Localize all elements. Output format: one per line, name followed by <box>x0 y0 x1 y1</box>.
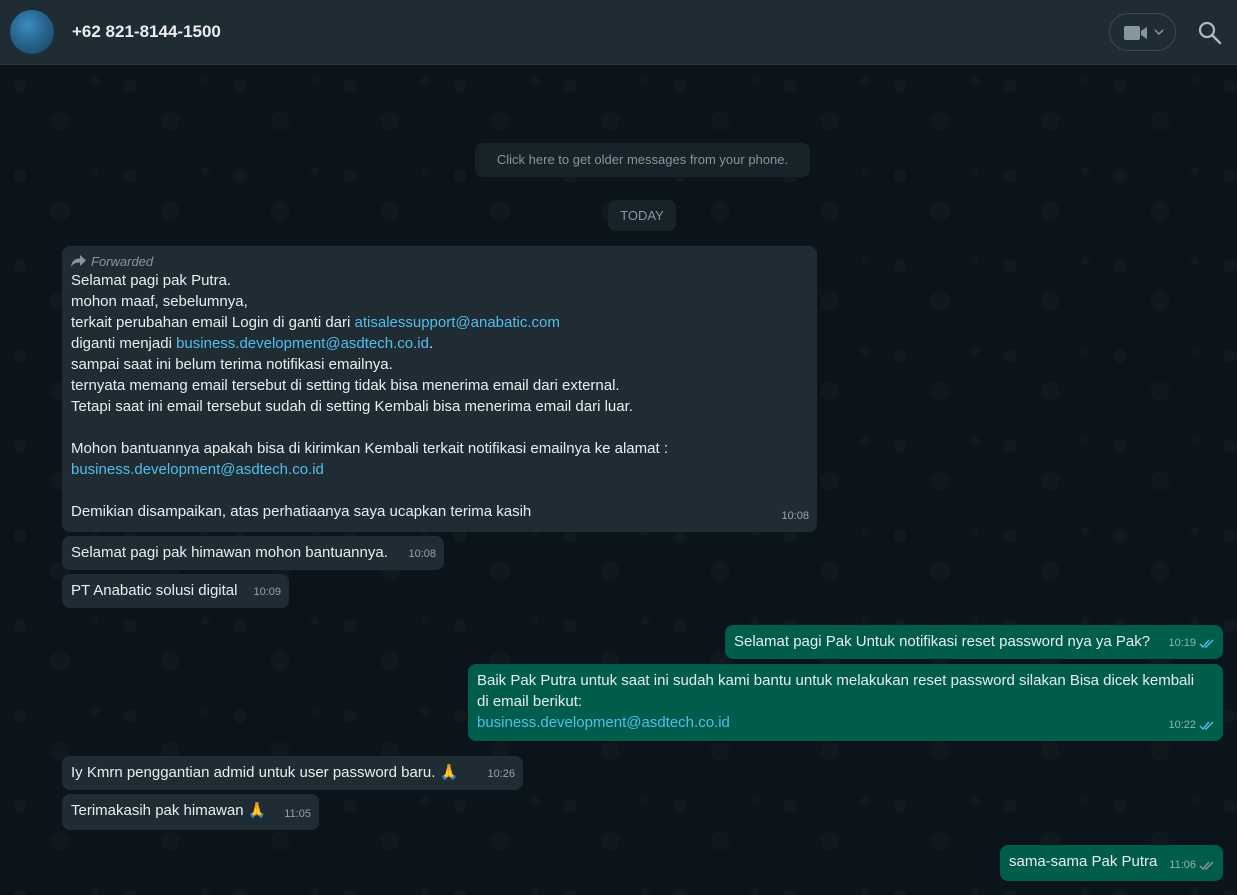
email-link[interactable]: business.development@asdtech.co.id <box>71 461 324 478</box>
message-outgoing[interactable]: Selamat pagi Pak Untuk notifikasi reset … <box>725 625 1223 659</box>
message-time: 10:08 <box>408 548 436 560</box>
message-text: Terimakasih pak himawan 🙏 <box>71 802 267 819</box>
message-outgoing[interactable]: sama-sama Pak Putra 11:06 <box>1000 845 1223 881</box>
chevron-down-icon <box>1154 29 1164 36</box>
message-incoming[interactable]: Forwarded Selamat pagi pak Putra. mohon … <box>62 246 817 532</box>
read-receipt-icon <box>1199 639 1214 649</box>
message-text: PT Anabatic solusi digital <box>71 582 238 599</box>
load-older-messages-button[interactable]: Click here to get older messages from yo… <box>475 143 810 177</box>
video-camera-icon <box>1124 26 1147 40</box>
chat-header: +62 821-8144-1500 <box>0 0 1237 65</box>
message-incoming[interactable]: Iy Kmrn penggantian admid untuk user pas… <box>62 756 523 790</box>
read-receipt-icon <box>1199 721 1214 731</box>
message-incoming[interactable]: Terimakasih pak himawan 🙏 11:05 <box>62 794 319 830</box>
contact-avatar[interactable] <box>10 10 54 54</box>
read-receipt-icon <box>1199 861 1214 871</box>
message-outgoing[interactable]: Baik Pak Putra untuk saat ini sudah kami… <box>468 664 1223 741</box>
message-incoming[interactable]: PT Anabatic solusi digital 10:09 <box>62 574 289 608</box>
message-time: 10:09 <box>253 586 281 598</box>
message-time: 10:19 <box>1168 633 1215 654</box>
date-chip: TODAY <box>608 200 676 231</box>
message-text: Iy Kmrn penggantian admid untuk user pas… <box>71 764 459 781</box>
message-text: Baik Pak Putra untuk saat ini sudah kami… <box>477 672 1195 731</box>
message-incoming[interactable]: Selamat pagi pak himawan mohon bantuanny… <box>62 536 444 570</box>
message-time: 11:05 <box>284 808 311 820</box>
email-link[interactable]: atisalessupport@anabatic.com <box>355 314 560 331</box>
message-time: 10:26 <box>487 768 515 780</box>
message-text: Selamat pagi Pak Untuk notifikasi reset … <box>734 633 1151 650</box>
message-time: 10:08 <box>781 510 809 522</box>
chat-panel[interactable]: Click here to get older messages from yo… <box>0 66 1237 895</box>
message-time: 10:22 <box>1168 715 1215 736</box>
forward-arrow-icon <box>71 255 86 267</box>
video-call-button[interactable] <box>1109 13 1176 51</box>
email-link[interactable]: business.development@asdtech.co.id <box>176 335 429 352</box>
contact-name[interactable]: +62 821-8144-1500 <box>72 22 221 42</box>
search-icon <box>1198 21 1222 45</box>
message-time: 11:06 <box>1169 855 1215 876</box>
forwarded-label: Forwarded <box>71 252 808 270</box>
search-button[interactable] <box>1197 20 1223 46</box>
email-link[interactable]: business.development@asdtech.co.id <box>477 714 730 731</box>
message-text: Selamat pagi pak Putra. mohon maaf, sebe… <box>71 272 668 520</box>
message-text: Selamat pagi pak himawan mohon bantuanny… <box>71 544 388 561</box>
